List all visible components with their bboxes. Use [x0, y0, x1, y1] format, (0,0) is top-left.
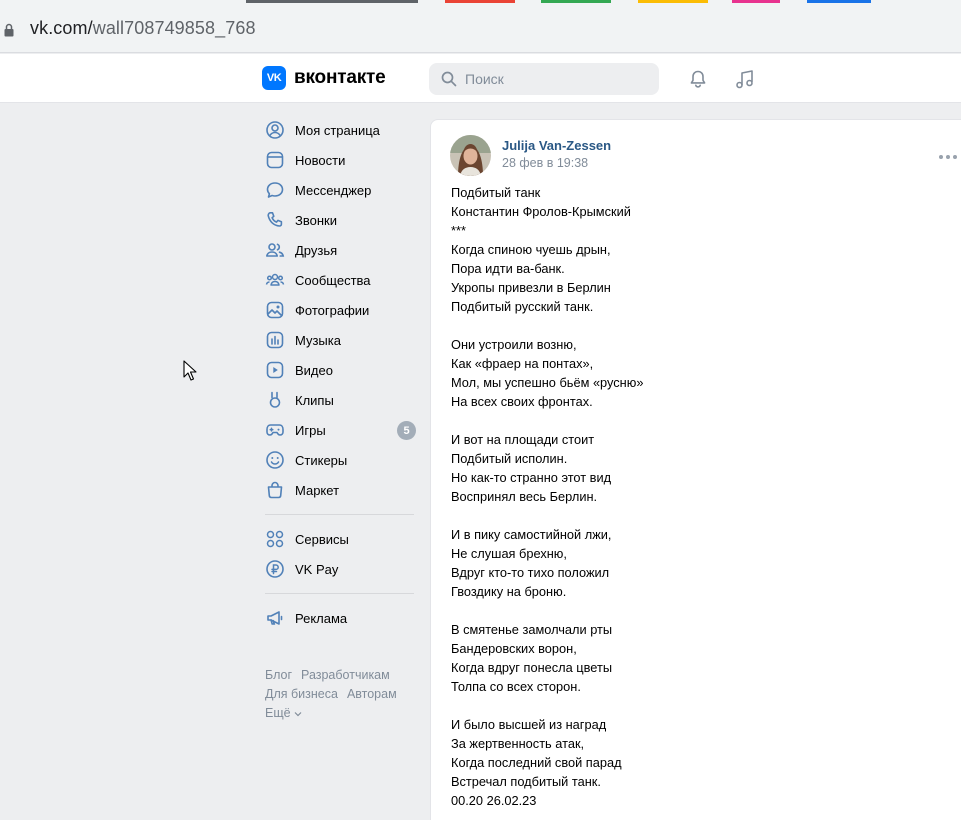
- vkpay-icon: [265, 559, 285, 579]
- sidebar-item-label: Видео: [295, 362, 333, 378]
- author-avatar[interactable]: [450, 135, 491, 176]
- vk-logo-icon: VK: [262, 66, 286, 90]
- megaphone-icon: [265, 608, 285, 628]
- sidebar-item-label: VK Pay: [295, 561, 339, 577]
- sidebar-divider: [265, 593, 414, 594]
- footer-link-authors[interactable]: Авторам: [347, 685, 397, 704]
- mouse-cursor-icon: [183, 360, 197, 381]
- sidebar-item-label: Мессенджер: [295, 182, 372, 198]
- sidebar-item-news[interactable]: Новости: [262, 145, 422, 175]
- message-icon: [265, 180, 285, 200]
- sidebar-item-label: Фотографии: [295, 302, 370, 318]
- gamepad-icon: [265, 420, 285, 440]
- vk-header: VK вконтакте: [0, 54, 961, 103]
- sidebar-item-label: Новости: [295, 152, 346, 168]
- user-circle-icon: [265, 120, 285, 140]
- address-bar[interactable]: vk.com/wall708749858_768: [0, 3, 961, 53]
- video-icon: [265, 360, 285, 380]
- sidebar-item-market[interactable]: Маркет: [262, 475, 422, 505]
- music-icon: [265, 330, 285, 350]
- sidebar-item-friends[interactable]: Друзья: [262, 235, 422, 265]
- newsfeed-icon: [265, 150, 285, 170]
- footer-link-blog[interactable]: Блог: [265, 666, 292, 685]
- search-box[interactable]: [429, 63, 659, 95]
- footer-link-more[interactable]: Ещё: [265, 704, 302, 723]
- sidebar-item-label: Маркет: [295, 482, 340, 498]
- music-note-icon[interactable]: [734, 68, 756, 90]
- sidebar-item-photos[interactable]: Фотографии: [262, 295, 422, 325]
- sidebar-item-messenger[interactable]: Мессенджер: [262, 175, 422, 205]
- sidebar-item-label: Клипы: [295, 392, 334, 408]
- communities-icon: [265, 270, 285, 290]
- services-icon: [265, 529, 285, 549]
- sidebar-divider: [265, 514, 414, 515]
- sidebar-item-games[interactable]: Игры 5: [262, 415, 422, 445]
- vk-logo-text: вконтакте: [294, 67, 386, 88]
- clips-icon: [265, 390, 285, 410]
- post-author-name[interactable]: Julija Van-Zessen: [502, 138, 611, 153]
- sidebar-item-label: Стикеры: [295, 452, 348, 468]
- sidebar-item-label: Реклама: [295, 610, 348, 626]
- chevron-down-icon: [294, 712, 302, 717]
- sidebar-item-ads[interactable]: Реклама: [262, 603, 422, 633]
- sidebar-item-vkpay[interactable]: VK Pay: [262, 554, 422, 584]
- sidebar-footer-links: Блог Разработчикам Для бизнеса Авторам Ещё: [265, 666, 425, 723]
- friends-icon: [265, 240, 285, 260]
- sidebar-item-label: Друзья: [295, 242, 338, 258]
- sidebar-item-music[interactable]: Музыка: [262, 325, 422, 355]
- url-text[interactable]: vk.com/wall708749858_768: [30, 18, 256, 39]
- sidebar-item-stickers[interactable]: Стикеры: [262, 445, 422, 475]
- post-date[interactable]: 28 фев в 19:38: [502, 156, 588, 170]
- sidebar-item-label: Музыка: [295, 332, 341, 348]
- search-input[interactable]: [465, 71, 645, 87]
- footer-more-label: Ещё: [265, 706, 291, 720]
- sidebar-item-label: Сообщества: [295, 272, 371, 288]
- left-sidebar: Моя страница Новости Мессенджер Звонки Д…: [262, 115, 422, 633]
- vk-logo[interactable]: VK вконтакте: [262, 66, 386, 90]
- smile-icon: [265, 450, 285, 470]
- sidebar-item-services[interactable]: Сервисы: [262, 524, 422, 554]
- market-bag-icon: [265, 480, 285, 500]
- photo-icon: [265, 300, 285, 320]
- avatar-photo: [450, 135, 491, 176]
- search-icon: [441, 71, 457, 87]
- url-path: wall708749858_768: [92, 18, 256, 38]
- phone-icon: [265, 210, 285, 230]
- lock-icon[interactable]: [4, 23, 14, 37]
- wall-post: Julija Van-Zessen 28 фев в 19:38 Подбиты…: [430, 119, 961, 820]
- footer-link-developers[interactable]: Разработчикам: [301, 666, 390, 685]
- url-host: vk.com/: [30, 18, 93, 38]
- sidebar-item-clips[interactable]: Клипы: [262, 385, 422, 415]
- sidebar-item-label: Моя страница: [295, 122, 380, 138]
- post-more-options-icon[interactable]: [939, 153, 961, 161]
- footer-link-business[interactable]: Для бизнеса: [265, 685, 338, 704]
- sidebar-item-label: Звонки: [295, 212, 337, 228]
- sidebar-item-communities[interactable]: Сообщества: [262, 265, 422, 295]
- sidebar-item-video[interactable]: Видео: [262, 355, 422, 385]
- sidebar-item-label: Игры: [295, 422, 326, 438]
- sidebar-item-my-page[interactable]: Моя страница: [262, 115, 422, 145]
- games-count-badge: 5: [397, 421, 416, 440]
- sidebar-item-label: Сервисы: [295, 531, 349, 547]
- notifications-bell-icon[interactable]: [687, 68, 709, 90]
- post-text: Подбитый танк Константин Фролов-Крымский…: [451, 185, 644, 808]
- sidebar-item-calls[interactable]: Звонки: [262, 205, 422, 235]
